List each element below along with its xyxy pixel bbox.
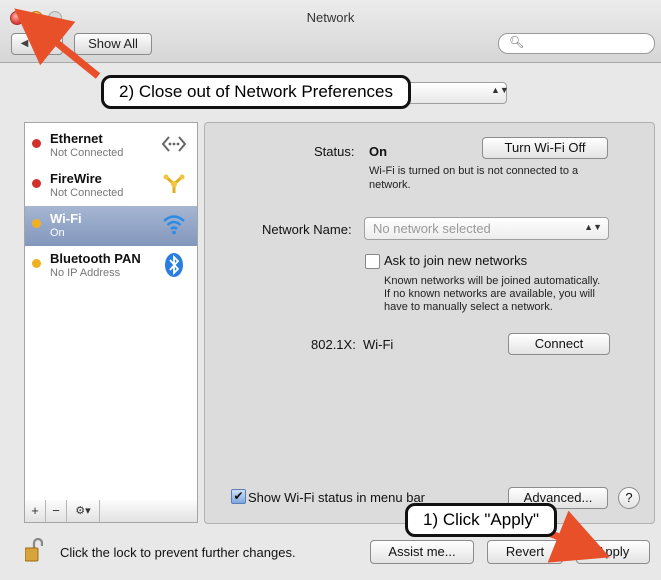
annotation-step-1: 1) Click "Apply" <box>405 503 557 537</box>
annotation-step-2: 2) Close out of Network Preferences <box>101 75 411 109</box>
arrow-to-close-button <box>14 8 101 79</box>
